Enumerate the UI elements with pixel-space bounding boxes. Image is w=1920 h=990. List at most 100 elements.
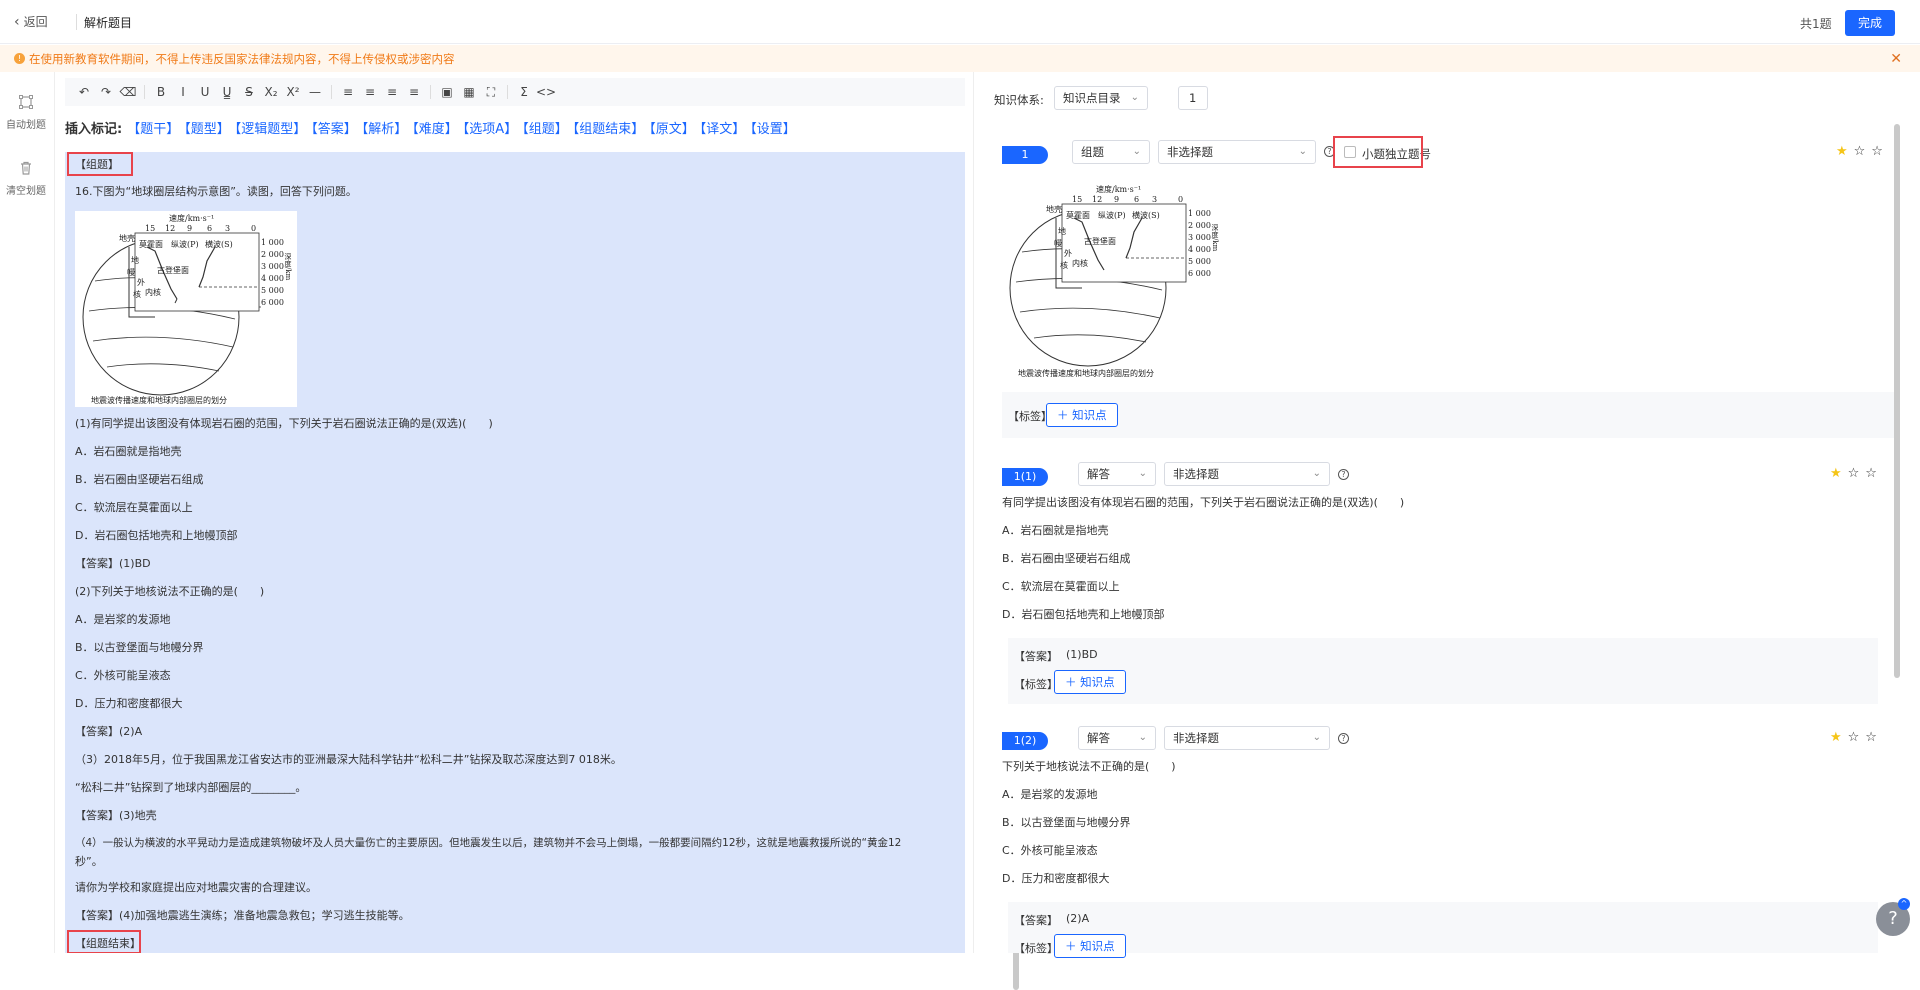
- fig-speed-tick: 3: [1152, 195, 1157, 204]
- mark-tixing[interactable]: 【题型】: [184, 122, 230, 137]
- earth-structure-figure: 速度/km·s⁻¹ 15 12 9 6 3 0 1 000 2 000 3 00…: [1002, 182, 1224, 382]
- warning-icon: !: [14, 53, 25, 64]
- underline-icon[interactable]: U: [194, 81, 216, 103]
- difficulty-stars[interactable]: ★☆☆: [1830, 466, 1883, 481]
- fig-speed-tick: 3: [225, 224, 230, 233]
- question-subtype-select[interactable]: 非选择题 ⌄: [1164, 726, 1330, 750]
- mark-nandu[interactable]: 【难度】: [412, 122, 458, 137]
- tags-label: 【标签】: [1014, 678, 1058, 691]
- auto-split-button[interactable]: 自动划题: [0, 94, 52, 131]
- editor-content[interactable]: 【组题】 16.下图为“地球圈层结构示意图”。读图，回答下列问题。 速度/km·…: [65, 152, 965, 953]
- fig-mantle: 幔: [1054, 238, 1062, 248]
- italic-icon[interactable]: I: [172, 81, 194, 103]
- preview-scrollbar[interactable]: [1894, 124, 1900, 678]
- answer-3: 【答案】(3)地壳: [75, 809, 157, 822]
- question-subtype-select[interactable]: 非选择题 ⌄: [1164, 462, 1330, 486]
- question-type-select[interactable]: 解答 ⌄: [1078, 462, 1156, 486]
- mark-tigan[interactable]: 【题干】: [127, 122, 179, 137]
- scroll-top-icon[interactable]: ^: [1898, 898, 1910, 910]
- image-icon[interactable]: ▣: [436, 81, 458, 103]
- done-button[interactable]: 完成: [1845, 10, 1895, 36]
- help-icon[interactable]: ?: [1338, 733, 1349, 744]
- highlight-box: [67, 930, 141, 953]
- toolbar-divider: [144, 85, 145, 99]
- undo-icon[interactable]: ↶: [73, 81, 95, 103]
- star-filled-icon[interactable]: ★: [1836, 144, 1854, 159]
- knowledge-system-value: 知识点目录: [1063, 91, 1121, 105]
- bold-icon[interactable]: B: [150, 81, 172, 103]
- mark-yiwen[interactable]: 【译文】: [700, 122, 746, 137]
- code-icon[interactable]: <>: [535, 81, 557, 103]
- option-c: C．软流层在莫霍面以上: [1002, 580, 1120, 593]
- star-empty-icon[interactable]: ☆☆: [1848, 466, 1883, 481]
- underline-double-icon[interactable]: U̳: [216, 81, 238, 103]
- mark-zuti-end[interactable]: 【组题结束】: [573, 122, 645, 137]
- question-type-select[interactable]: 组题 ⌄: [1072, 140, 1150, 164]
- fig-speed-tick: 9: [1114, 195, 1119, 204]
- fig-depth-label: 深度/km: [1211, 223, 1219, 251]
- help-icon[interactable]: ?: [1338, 469, 1349, 480]
- redo-icon[interactable]: ↷: [95, 81, 117, 103]
- option-d: D．岩石圈包括地壳和上地幔顶部: [1002, 608, 1165, 621]
- fig-crust: 地壳: [119, 233, 135, 243]
- option-c: C．外核可能呈液态: [1002, 844, 1098, 857]
- align-justify-icon[interactable]: ≡: [403, 81, 425, 103]
- question-type-select[interactable]: 解答 ⌄: [1078, 726, 1156, 750]
- left-toolbar: 自动划题 清空划题: [0, 72, 52, 953]
- superscript-icon[interactable]: X²: [282, 81, 304, 103]
- fig-caption: 地震波传播速度和地球内部圈层的划分: [1018, 368, 1154, 378]
- mark-xuanxiang-a[interactable]: 【选项A】: [463, 122, 517, 137]
- option-d: D．压力和密度都很大: [1002, 872, 1110, 885]
- strikethrough-icon[interactable]: S̶: [238, 81, 260, 103]
- align-center-icon[interactable]: ≡: [359, 81, 381, 103]
- star-filled-icon[interactable]: ★: [1830, 466, 1848, 481]
- formula-icon[interactable]: Σ: [513, 81, 535, 103]
- table-icon[interactable]: ▦: [458, 81, 480, 103]
- difficulty-stars[interactable]: ★☆☆: [1836, 144, 1889, 159]
- add-knowledge-button[interactable]: ＋ 知识点: [1054, 670, 1126, 694]
- toolbar-divider: [507, 85, 508, 99]
- add-knowledge-button[interactable]: ＋ 知识点: [1054, 934, 1126, 958]
- align-left-icon[interactable]: ≡: [337, 81, 359, 103]
- clear-split-label: 清空划题: [6, 186, 46, 197]
- knowledge-system-select[interactable]: 知识点目录 ⌄: [1054, 86, 1148, 110]
- fullscreen-icon[interactable]: ⛶: [480, 81, 502, 103]
- sub-question-3-blank: “松科二井”钻探到了地球内部圈层的________。: [75, 781, 307, 794]
- star-empty-icon[interactable]: ☆☆: [1848, 730, 1883, 745]
- star-empty-icon[interactable]: ☆☆: [1854, 144, 1889, 159]
- fig-depth-tick: 1 000: [1188, 209, 1211, 218]
- mark-daan[interactable]: 【答案】: [311, 122, 357, 137]
- option-c: C．外核可能呈液态: [75, 669, 171, 682]
- fig-mantle: 地: [1058, 226, 1066, 236]
- notice-text: 在使用新教育软件期间，不得上传违反国家法律法规内容，不得上传侵权或涉密内容: [29, 51, 455, 66]
- difficulty-stars[interactable]: ★☆☆: [1830, 730, 1883, 745]
- star-filled-icon[interactable]: ★: [1830, 730, 1848, 745]
- knowledge-num-input[interactable]: 1: [1178, 86, 1208, 110]
- clear-split-button[interactable]: 清空划题: [0, 160, 52, 197]
- mark-zuti[interactable]: 【组题】: [522, 122, 568, 137]
- question-subtype-select[interactable]: 非选择题 ⌄: [1158, 140, 1316, 164]
- add-knowledge-button[interactable]: ＋ 知识点: [1046, 403, 1118, 427]
- close-icon[interactable]: ✕: [1890, 51, 1902, 67]
- mark-luoji-tixing[interactable]: 【逻辑题型】: [235, 122, 307, 137]
- horizontal-rule-icon[interactable]: —: [304, 81, 326, 103]
- chevron-down-icon: ⌄: [1132, 146, 1141, 157]
- mark-jiexi[interactable]: 【解析】: [362, 122, 408, 137]
- crop-icon: [18, 94, 34, 110]
- editor-panel: ↶ ↷ ⌫ B I U U̳ S̶ X₂ X² — ≡ ≡ ≡ ≡ ▣ ▦ ⛶ Σ <> 插入标记: 【题干】 【题型】【…: [54, 72, 1019, 990]
- mark-shezhi[interactable]: 【设置】: [750, 122, 796, 137]
- align-right-icon[interactable]: ≡: [381, 81, 403, 103]
- eraser-icon[interactable]: ⌫: [117, 81, 139, 103]
- fig-moho: 莫霍面: [1066, 210, 1090, 220]
- fig-depth-tick: 2 000: [1188, 221, 1211, 230]
- subscript-icon[interactable]: X₂: [260, 81, 282, 103]
- question-subtype-value: 非选择题: [1167, 145, 1213, 159]
- mark-yuanwen[interactable]: 【原文】: [649, 122, 695, 137]
- answer-label: 【答案】: [1014, 914, 1058, 927]
- fig-speed-label: 速度/km·s⁻¹: [169, 213, 214, 223]
- question-type-value: 组题: [1081, 145, 1104, 159]
- fig-depth-tick: 1 000: [261, 238, 284, 247]
- back-button[interactable]: ‹ 返回: [14, 13, 48, 30]
- fig-moho: 莫霍面: [139, 239, 163, 249]
- answer-4: 【答案】(4)加强地震逃生演练；准备地震急救包；学习逃生技能等。: [75, 909, 410, 922]
